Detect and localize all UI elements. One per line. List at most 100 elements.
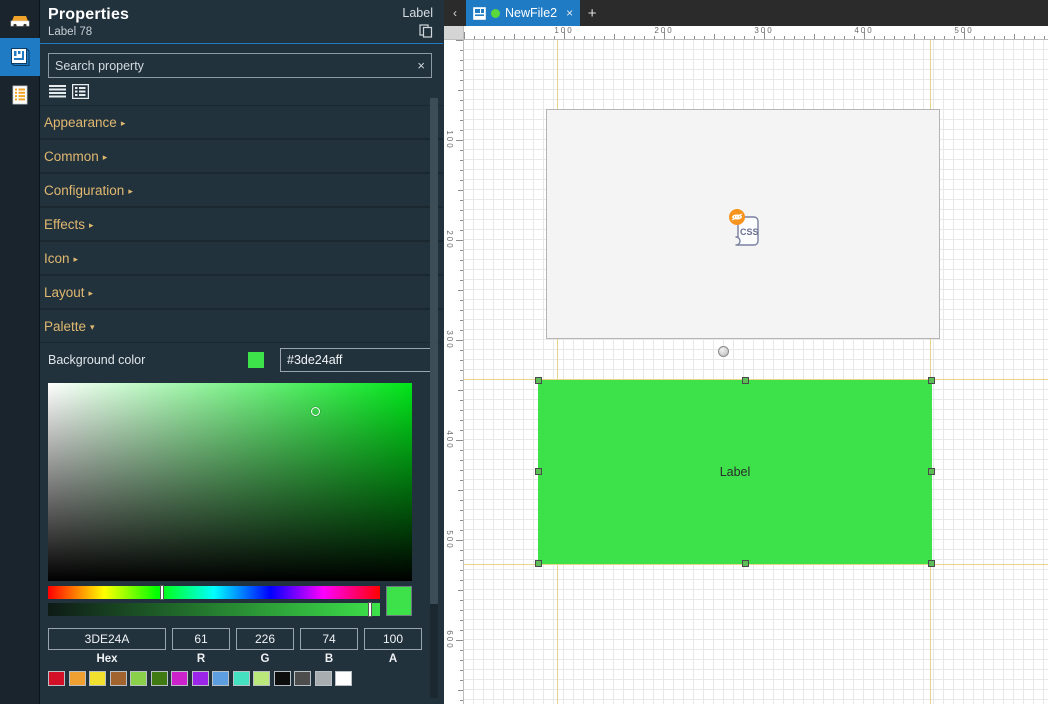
hue-slider[interactable] [48, 585, 380, 600]
hue-slider-thumb[interactable] [160, 585, 164, 600]
section-header-appearance[interactable]: Appearance ▸ [40, 105, 443, 139]
ruler-tick [784, 36, 785, 39]
palette-swatch-10[interactable] [253, 671, 270, 686]
ruler-corner [444, 26, 464, 40]
ruler-tick [460, 620, 463, 621]
color-input-hex[interactable] [48, 628, 166, 650]
search-box[interactable]: × [48, 53, 432, 78]
palette-swatch-7[interactable] [191, 671, 209, 686]
categorized-view-icon[interactable] [71, 83, 90, 100]
saturation-value-area[interactable] [48, 383, 412, 581]
ruler-tick [460, 650, 463, 651]
color-input-b[interactable] [300, 628, 358, 650]
design-canvas[interactable]: CSS Label [464, 40, 1048, 704]
background-color-hex-input[interactable] [280, 348, 432, 372]
chevron-right-icon: ▸ [88, 288, 94, 298]
rail-item-hierarchy[interactable] [0, 38, 40, 76]
section-label: Configuration [44, 183, 125, 198]
ruler-tick [534, 36, 535, 39]
ruler-tick [460, 120, 463, 121]
ruler-tick [844, 36, 845, 39]
tab-scroll-back-icon[interactable]: ‹ [444, 0, 466, 26]
properties-scrollbar-thumb[interactable] [430, 98, 438, 604]
ruler-tick [654, 36, 655, 39]
resize-handle-n[interactable] [742, 377, 749, 384]
palette-swatch-5[interactable] [150, 671, 168, 686]
copy-icon[interactable] [419, 24, 433, 38]
ruler-tick [524, 36, 525, 39]
resize-handle-se[interactable] [928, 560, 935, 567]
resize-handle-sw[interactable] [535, 560, 542, 567]
section-header-effects[interactable]: Effects ▸ [40, 207, 443, 241]
rotate-handle[interactable] [718, 346, 729, 357]
editor-tab-newfile2[interactable]: NewFile2 × [466, 0, 581, 26]
ruler-tick [456, 640, 463, 641]
ruler-tick [934, 36, 935, 39]
background-color-swatch[interactable] [248, 352, 264, 368]
alpha-slider[interactable] [48, 602, 380, 617]
sv-cursor-handle[interactable] [311, 407, 320, 416]
palette-swatch-14[interactable] [335, 671, 352, 686]
css-disabled-icon[interactable]: CSS [726, 208, 764, 253]
root-panel[interactable]: CSS [546, 109, 940, 339]
color-field-hex: Hex [48, 628, 166, 665]
ruler-tick [614, 34, 615, 39]
ruler-tick [460, 380, 463, 381]
rail-item-library[interactable] [0, 0, 40, 38]
ruler-tick [694, 36, 695, 39]
ruler-tick [460, 360, 463, 361]
ruler-tick [714, 34, 715, 39]
horizontal-ruler: 100 200 300 400 500 [444, 26, 1048, 40]
palette-swatch-0[interactable] [48, 671, 65, 686]
background-color-row: Background color [40, 343, 443, 377]
ruler-tick [458, 590, 463, 591]
resize-handle-nw[interactable] [535, 377, 542, 384]
palette-swatch-13[interactable] [314, 671, 332, 686]
color-input-r[interactable] [172, 628, 230, 650]
color-sliders [48, 585, 435, 617]
rail-item-properties[interactable] [0, 76, 40, 114]
palette-swatch-9[interactable] [232, 671, 250, 686]
section-header-palette[interactable]: Palette ▾ [40, 309, 443, 343]
tab-close-icon[interactable]: × [566, 6, 573, 20]
library-icon [10, 16, 30, 28]
palette-swatch-12[interactable] [294, 671, 311, 686]
ruler-tick [460, 100, 463, 101]
section-header-configuration[interactable]: Configuration ▸ [40, 173, 443, 207]
resize-handle-s[interactable] [742, 560, 749, 567]
color-picker: Hex R G B A [40, 377, 443, 686]
color-input-g[interactable] [236, 628, 294, 650]
ruler-tick [458, 690, 463, 691]
palette-swatch-2[interactable] [89, 671, 106, 686]
label-widget[interactable]: Label [538, 380, 932, 564]
ruler-tick [644, 36, 645, 39]
palette-swatch-8[interactable] [212, 671, 229, 686]
flat-list-view-icon[interactable] [49, 84, 66, 99]
palette-swatch-1[interactable] [68, 671, 86, 686]
ruler-tick [974, 36, 975, 39]
alpha-slider-thumb[interactable] [368, 602, 372, 617]
new-tab-icon[interactable]: + [580, 0, 604, 26]
ruler-tick [460, 450, 463, 451]
ruler-tick [460, 580, 463, 581]
section-header-layout[interactable]: Layout ▸ [40, 275, 443, 309]
color-input-a[interactable] [364, 628, 422, 650]
ruler-tick [460, 70, 463, 71]
resize-handle-ne[interactable] [928, 377, 935, 384]
palette-swatch-3[interactable] [109, 671, 127, 686]
ruler-tick [504, 36, 505, 39]
color-field-r: R [172, 628, 230, 665]
palette-swatch-6[interactable] [171, 671, 188, 686]
resize-handle-e[interactable] [928, 468, 935, 475]
resize-handle-w[interactable] [535, 468, 542, 475]
section-header-icon[interactable]: Icon ▸ [40, 241, 443, 275]
tool-rail [0, 0, 40, 704]
properties-scrollbar[interactable] [430, 98, 438, 698]
section-header-common[interactable]: Common ▸ [40, 139, 443, 173]
search-input[interactable] [49, 54, 431, 77]
ruler-tick [674, 36, 675, 39]
palette-swatch-11[interactable] [273, 671, 291, 686]
ruler-tick [460, 660, 463, 661]
palette-swatch-4[interactable] [130, 671, 147, 686]
clear-search-icon[interactable]: × [417, 57, 425, 74]
